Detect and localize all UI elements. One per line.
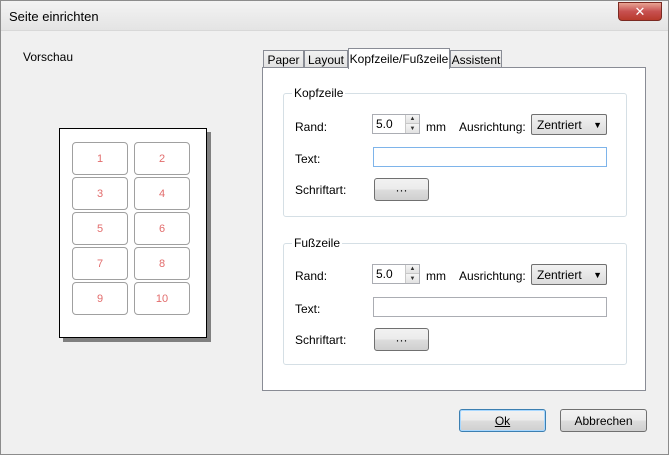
footer-text-field[interactable] (373, 297, 607, 317)
chevron-down-icon: ▼ (593, 270, 602, 280)
footer-margin-spin-buttons: ▲ ▼ (405, 265, 419, 283)
header-font-label: Schriftart: (295, 183, 347, 197)
preview-cell-9: 9 (72, 282, 128, 315)
header-text-input[interactable] (374, 148, 606, 166)
header-unit: mm (426, 120, 446, 134)
close-button[interactable]: ✕ (618, 2, 662, 21)
title-bar: Seite einrichten ✕ (1, 1, 668, 31)
header-margin-value: 5.0 (376, 117, 393, 131)
window-title: Seite einrichten (9, 9, 99, 24)
footer-group-title: Fußzeile (292, 236, 343, 250)
ellipsis-icon: ··· (395, 182, 408, 197)
preview-label: Vorschau (23, 50, 74, 64)
spin-up-icon[interactable]: ▲ (406, 265, 419, 274)
spin-down-icon[interactable]: ▼ (406, 124, 419, 133)
footer-unit: mm (426, 269, 446, 283)
spin-up-icon[interactable]: ▲ (406, 115, 419, 124)
tab-header-footer[interactable]: Kopfzeile/Fußzeile (348, 48, 450, 69)
header-alignment-label: Ausrichtung: (459, 120, 526, 134)
header-text-field[interactable] (373, 147, 607, 167)
header-alignment-value: Zentriert (537, 118, 582, 132)
cancel-button-label: Abbrechen (574, 413, 633, 428)
preview-page: 1 2 3 4 5 6 7 8 9 10 (59, 128, 207, 338)
header-margin-stepper[interactable]: 5.0 ▲ ▼ (372, 114, 420, 134)
footer-text-input[interactable] (374, 298, 606, 316)
preview-cell-8: 8 (134, 247, 190, 280)
footer-text-label: Text: (295, 302, 321, 316)
ok-button[interactable]: Ok (459, 409, 546, 432)
preview-cell-3: 3 (72, 177, 128, 210)
preview-cell-2: 2 (134, 142, 190, 175)
preview-cell-1: 1 (72, 142, 128, 175)
header-margin-label: Rand: (295, 120, 328, 134)
footer-group: Fußzeile Rand: 5.0 ▲ ▼ mm Ausrichtung: Z… (283, 236, 627, 365)
tab-layout[interactable]: Layout (304, 50, 348, 68)
ok-button-label: Ok (494, 413, 511, 428)
header-text-label: Text: (295, 152, 321, 166)
preview-cell-6: 6 (134, 212, 190, 245)
chevron-down-icon: ▼ (593, 120, 602, 130)
footer-margin-stepper[interactable]: 5.0 ▲ ▼ (372, 264, 420, 284)
header-group-title: Kopfzeile (292, 86, 346, 100)
header-font-button[interactable]: ··· (374, 178, 429, 201)
footer-alignment-label: Ausrichtung: (459, 269, 526, 283)
spin-down-icon[interactable]: ▼ (406, 274, 419, 283)
preview-cell-4: 4 (134, 177, 190, 210)
ellipsis-icon: ··· (395, 332, 408, 347)
footer-font-button[interactable]: ··· (374, 328, 429, 351)
preview-cell-5: 5 (72, 212, 128, 245)
cancel-button[interactable]: Abbrechen (560, 409, 647, 432)
footer-margin-value: 5.0 (376, 267, 393, 281)
footer-alignment-value: Zentriert (537, 268, 582, 282)
header-footer-panel: Kopfzeile Rand: 5.0 ▲ ▼ mm Ausrichtung: … (262, 67, 646, 391)
footer-margin-label: Rand: (295, 269, 328, 283)
preview-cell-10: 10 (134, 282, 190, 315)
tab-paper[interactable]: Paper (263, 50, 304, 68)
header-margin-spin-buttons: ▲ ▼ (405, 115, 419, 133)
tab-assistant[interactable]: Assistent (450, 50, 502, 68)
preview-cell-7: 7 (72, 247, 128, 280)
header-alignment-select[interactable]: Zentriert ▼ (531, 114, 607, 135)
header-group: Kopfzeile Rand: 5.0 ▲ ▼ mm Ausrichtung: … (283, 86, 627, 217)
footer-alignment-select[interactable]: Zentriert ▼ (531, 264, 607, 285)
page-setup-dialog: Seite einrichten ✕ Vorschau 1 2 3 4 5 6 … (0, 0, 669, 455)
footer-font-label: Schriftart: (295, 333, 347, 347)
close-icon: ✕ (634, 3, 646, 19)
